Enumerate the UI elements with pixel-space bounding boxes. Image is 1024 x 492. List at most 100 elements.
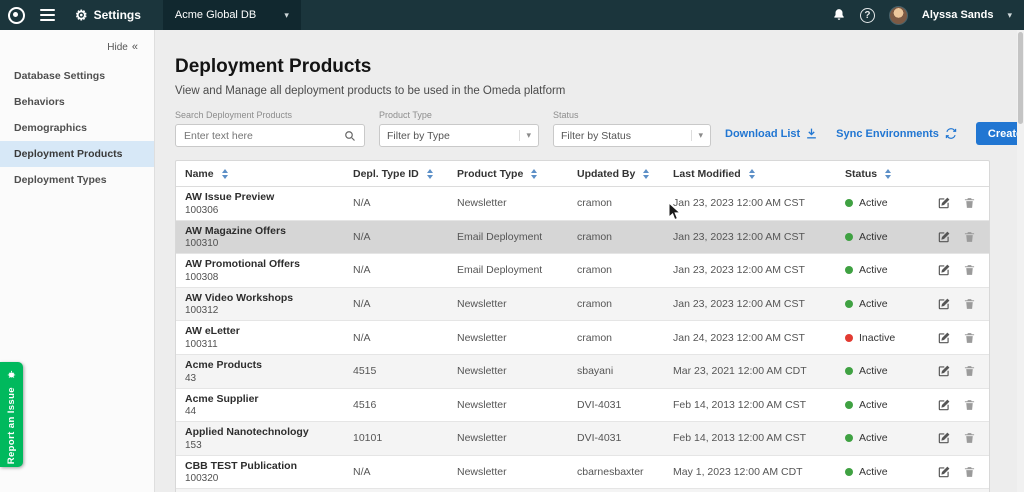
edit-icon[interactable] xyxy=(937,364,951,378)
last-modified-cell: Feb 14, 2013 12:00 AM CST xyxy=(664,428,836,448)
gear-icon: ⚙ xyxy=(75,8,88,22)
sidebar-item[interactable]: Demographics xyxy=(0,115,154,141)
delete-trash-icon[interactable] xyxy=(963,230,976,244)
vertical-scrollbar[interactable] xyxy=(1017,30,1024,492)
table-row[interactable]: AW Promotional Offers 100308 N/A Email D… xyxy=(176,254,989,288)
help-icon[interactable]: ? xyxy=(860,8,875,23)
product-type-select[interactable]: Filter by Type ▾ xyxy=(379,124,539,147)
table-row[interactable]: CBB TEST Publication 100320 N/A Newslett… xyxy=(176,456,989,490)
delete-trash-icon[interactable] xyxy=(963,364,976,378)
user-name[interactable]: Alyssa Sands xyxy=(922,9,994,21)
column-header[interactable]: Name xyxy=(176,168,344,180)
delete-trash-icon[interactable] xyxy=(963,196,976,210)
sort-icon[interactable] xyxy=(531,169,537,179)
status-dot xyxy=(845,199,853,207)
product-type-cell: Newsletter xyxy=(448,462,568,482)
chevron-down-icon: ▾ xyxy=(691,130,703,141)
edit-icon[interactable] xyxy=(937,297,951,311)
depl-type-id-cell: N/A xyxy=(344,193,448,213)
status-dot xyxy=(845,233,853,241)
edit-icon[interactable] xyxy=(937,398,951,412)
status-label: Active xyxy=(859,197,888,209)
topbar: ⚙ Settings Acme Global DB ▾ ? Alyssa San… xyxy=(0,0,1024,30)
column-header[interactable]: Updated By xyxy=(568,168,664,180)
column-header[interactable]: Status xyxy=(836,168,928,180)
database-selector[interactable]: Acme Global DB ▾ xyxy=(163,0,301,30)
last-modified-cell: Jan 23, 2023 12:00 AM CST xyxy=(664,294,836,314)
status-badge: Active xyxy=(836,361,928,381)
edit-icon[interactable] xyxy=(937,331,951,345)
table-row[interactable]: AW Video Workshops 100312 N/A Newsletter… xyxy=(176,288,989,322)
notifications-bell-icon[interactable] xyxy=(832,8,846,22)
table-row[interactable]: Acme Products 43 4515 Newsletter sbayani… xyxy=(176,355,989,389)
product-type-cell: Newsletter xyxy=(448,328,568,348)
product-name: AW eLetter xyxy=(185,325,344,338)
delete-trash-icon[interactable] xyxy=(963,431,976,445)
updated-by-cell: cramon xyxy=(568,193,664,213)
search-icon[interactable] xyxy=(344,130,356,142)
settings-label: Settings xyxy=(94,8,141,22)
app-body: Hide« Database Settings Behaviors Demogr… xyxy=(0,30,1024,492)
sidebar-item[interactable]: Behaviors xyxy=(0,89,154,115)
edit-icon[interactable] xyxy=(937,263,951,277)
name-cell: AW Promotional Offers 100308 xyxy=(176,254,344,287)
depl-type-id-cell: N/A xyxy=(344,328,448,348)
sidebar-item[interactable]: Deployment Types xyxy=(0,167,154,193)
edit-icon[interactable] xyxy=(937,196,951,210)
sort-icon[interactable] xyxy=(222,169,228,179)
status-label: Inactive xyxy=(859,332,895,344)
sidebar-item-label: Deployment Types xyxy=(14,174,107,186)
avatar[interactable] xyxy=(889,6,908,25)
delete-trash-icon[interactable] xyxy=(963,465,976,479)
chevron-down-icon: ▾ xyxy=(284,10,289,21)
depl-type-id-cell: N/A xyxy=(344,294,448,314)
sort-icon[interactable] xyxy=(749,169,755,179)
depl-type-id-cell: 10101 xyxy=(344,428,448,448)
name-cell: Applied Nanotechnology 153 xyxy=(176,422,344,455)
column-header[interactable]: Depl. Type ID xyxy=(344,168,448,180)
status-select[interactable]: Filter by Status ▾ xyxy=(553,124,711,147)
product-type-cell: Newsletter xyxy=(448,361,568,381)
name-cell: AW eLetter 100311 xyxy=(176,321,344,354)
sidebar-hide-button[interactable]: Hide« xyxy=(0,34,154,63)
table-row[interactable]: AW Issue Preview 100306 N/A Newsletter c… xyxy=(176,187,989,221)
column-header[interactable]: Product Type xyxy=(448,168,568,180)
name-cell: Acme Supplier 44 xyxy=(176,389,344,422)
status-label: Active xyxy=(859,365,888,377)
hide-label: Hide xyxy=(107,42,128,53)
table-row[interactable]: Acme Supplier 44 4516 Newsletter DVI-403… xyxy=(176,389,989,423)
delete-trash-icon[interactable] xyxy=(963,331,976,345)
row-actions xyxy=(928,293,990,315)
status-dot xyxy=(845,300,853,308)
settings-nav[interactable]: ⚙ Settings xyxy=(75,8,141,22)
scrollbar-thumb[interactable] xyxy=(1018,32,1023,124)
column-header[interactable]: Last Modified xyxy=(664,168,836,180)
delete-trash-icon[interactable] xyxy=(963,263,976,277)
column-header-label: Last Modified xyxy=(673,168,741,180)
report-issue-button[interactable]: Report an Issue xyxy=(0,362,23,467)
depl-type-id-cell: N/A xyxy=(344,462,448,482)
download-list-button[interactable]: Download List xyxy=(725,127,818,140)
edit-icon[interactable] xyxy=(937,465,951,479)
table-row[interactable]: AW eLetter 100311 N/A Newsletter cramon … xyxy=(176,321,989,355)
page-subtitle: View and Manage all deployment products … xyxy=(175,85,1024,97)
sync-environments-button[interactable]: Sync Environments xyxy=(836,127,958,140)
menu-hamburger-icon[interactable] xyxy=(40,9,55,21)
sidebar-item[interactable]: Deployment Products xyxy=(0,141,154,167)
search-input[interactable] xyxy=(184,130,344,142)
edit-icon[interactable] xyxy=(937,230,951,244)
edit-icon[interactable] xyxy=(937,431,951,445)
updated-by-cell: cbarnesbaxter xyxy=(568,462,664,482)
delete-trash-icon[interactable] xyxy=(963,297,976,311)
sidebar-item[interactable]: Database Settings xyxy=(0,63,154,89)
omeda-logo-icon[interactable] xyxy=(8,7,25,24)
sort-icon[interactable] xyxy=(885,169,891,179)
user-menu-chevron-icon[interactable]: ▾ xyxy=(1007,10,1012,21)
table-row[interactable]: AW Magazine Offers 100310 N/A Email Depl… xyxy=(176,221,989,255)
last-modified-cell: Jan 23, 2023 12:00 AM CST xyxy=(664,193,836,213)
sort-icon[interactable] xyxy=(427,169,433,179)
sort-icon[interactable] xyxy=(643,169,649,179)
table-row[interactable]: Applied Nanotechnology 153 10101 Newslet… xyxy=(176,422,989,456)
chevron-down-icon: ▾ xyxy=(519,130,531,141)
delete-trash-icon[interactable] xyxy=(963,398,976,412)
